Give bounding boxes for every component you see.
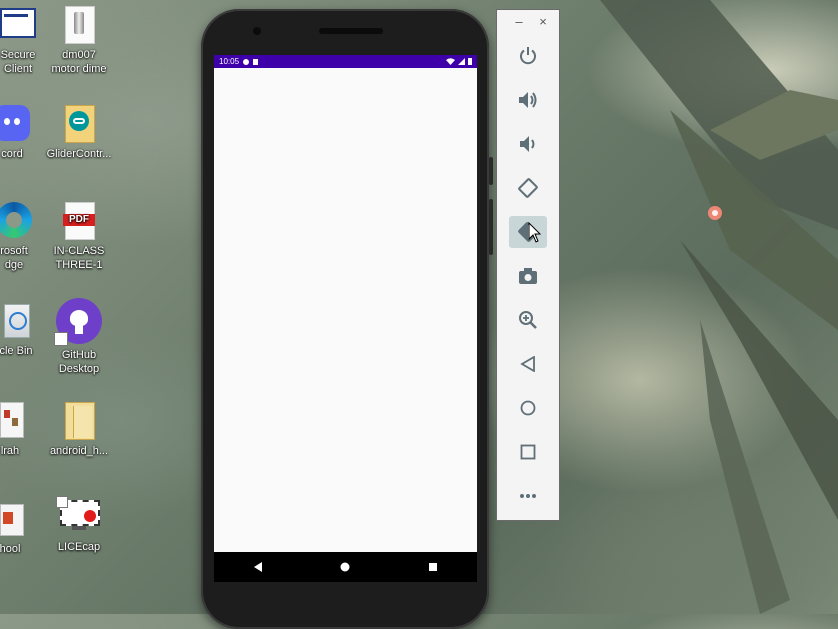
cell-signal-icon [458, 58, 465, 65]
desktop-icon-licecap[interactable]: LICEcap [39, 496, 119, 554]
recycle-bin-icon [0, 300, 36, 340]
desktop-icon-glidercontrol[interactable]: GliderContr... [39, 103, 119, 161]
home-icon [520, 400, 536, 416]
sd-card-status-icon [253, 58, 259, 65]
android-nav-bar [214, 552, 477, 582]
volume-up-icon [519, 92, 537, 108]
desktop-icon-label: dm007 [62, 49, 96, 61]
wallpaper-jet-image [600, 0, 838, 614]
emulator-phone-frame: 10:05 [201, 9, 493, 629]
volume-down-icon [520, 136, 535, 152]
phone-volume-button[interactable] [489, 199, 493, 255]
desktop-icon-label: Desktop [58, 363, 100, 375]
phone-power-button[interactable] [489, 157, 493, 185]
front-camera [253, 27, 261, 35]
status-bar: 10:05 [214, 55, 477, 68]
desktop-icon-label: IN-CLASS [53, 245, 105, 257]
desktop-icon-label: motor dime [51, 63, 107, 75]
minimize-button[interactable]: – [513, 14, 525, 32]
rotate-left-icon [518, 178, 538, 198]
close-button[interactable]: × [537, 14, 549, 32]
battery-icon [468, 58, 472, 65]
zoom-button[interactable] [509, 304, 547, 336]
more-icon [520, 494, 536, 498]
mouse-cursor-icon [528, 222, 542, 243]
wifi-icon [446, 58, 455, 65]
back-icon [520, 356, 535, 372]
nav-back-button[interactable] [243, 556, 273, 578]
desktop-icon-in-class[interactable]: PDF IN-CLASS THREE-1 [39, 200, 119, 272]
overview-button[interactable] [509, 436, 547, 468]
home-button[interactable] [509, 392, 547, 424]
home-icon [340, 562, 350, 572]
back-icon [253, 562, 262, 572]
volume-down-button[interactable] [509, 128, 547, 160]
emulator-toolbar: – × [496, 9, 560, 521]
cisco-vpn-icon [0, 4, 38, 44]
arduino-folder-icon [59, 103, 99, 143]
recents-icon [429, 563, 438, 571]
power-button[interactable] [509, 40, 547, 72]
phone-screen: 10:05 [214, 55, 477, 552]
school-folder-icon [0, 498, 30, 538]
nav-recents-button[interactable] [418, 556, 448, 578]
desktop-icon-github-desktop[interactable]: GitHub Desktop [39, 298, 119, 376]
camera-icon [519, 268, 537, 284]
settings-status-icon [243, 58, 250, 65]
desktop-icon-dm007[interactable]: dm007 motor dime [39, 4, 119, 76]
desktop-icon-label: LICEcap [57, 541, 101, 553]
power-icon [520, 47, 536, 65]
earpiece-speaker [319, 28, 383, 34]
desktop-icon-label: THREE-1 [55, 259, 103, 271]
nav-home-button[interactable] [330, 556, 360, 578]
desktop-icon-label: GitHub [61, 349, 97, 361]
discord-icon [0, 103, 32, 143]
desktop-icon-label: android_h... [49, 445, 109, 457]
rotate-left-button[interactable] [509, 172, 547, 204]
motor-file-icon [59, 4, 99, 44]
desktop-icon-label: GliderContr... [46, 148, 112, 160]
back-button[interactable] [509, 348, 547, 380]
status-time: 10:05 [219, 57, 240, 66]
pdf-icon: PDF [59, 200, 99, 240]
edge-icon [0, 200, 34, 240]
screenshot-button[interactable] [509, 260, 547, 292]
more-button[interactable] [509, 480, 547, 512]
folder-icon [59, 400, 99, 440]
app-content-area[interactable] [214, 68, 477, 552]
zoom-icon [519, 311, 537, 329]
overview-icon [520, 444, 536, 460]
document-stack-icon [0, 400, 30, 440]
licecap-icon [56, 496, 102, 536]
desktop-icon-android-h[interactable]: android_h... [39, 400, 119, 458]
volume-up-button[interactable] [509, 84, 547, 116]
github-icon [54, 298, 102, 346]
